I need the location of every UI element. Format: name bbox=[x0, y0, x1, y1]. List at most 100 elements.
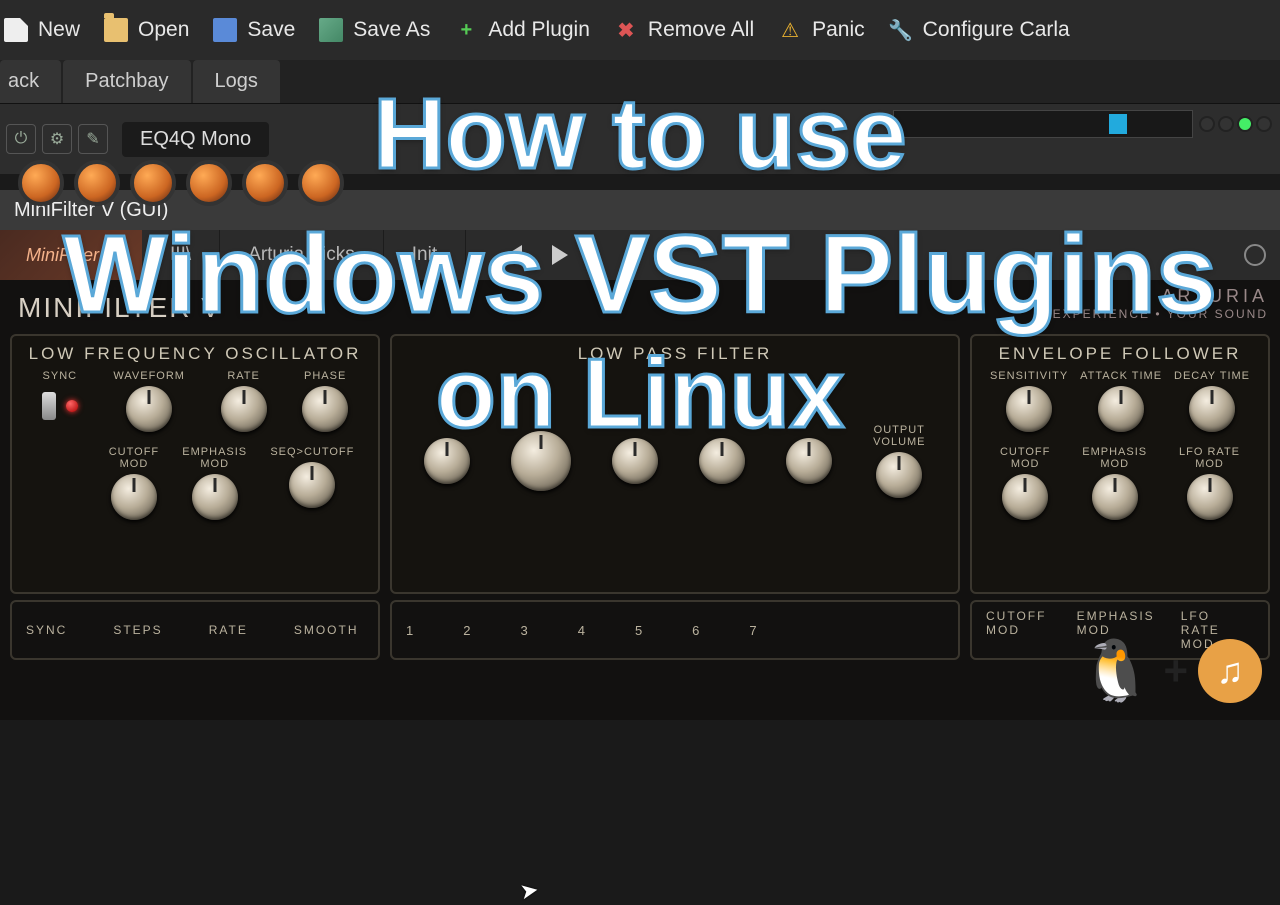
save-as-label: Save As bbox=[353, 18, 430, 42]
eq-knob[interactable] bbox=[18, 160, 64, 206]
save-button[interactable]: Save bbox=[213, 18, 295, 42]
step-num[interactable]: 6 bbox=[692, 623, 699, 638]
attack-knob[interactable] bbox=[1098, 386, 1144, 432]
floppy-icon bbox=[213, 18, 237, 42]
led-icon bbox=[1199, 116, 1215, 132]
rate-knob[interactable] bbox=[221, 386, 267, 432]
eq-mini-knobs bbox=[18, 160, 344, 206]
waveform-label: WAVEFORM bbox=[113, 370, 185, 382]
sequencer-panel: SYNC STEPS RATE SMOOTH bbox=[10, 600, 380, 660]
level-meter bbox=[893, 110, 1193, 138]
remove-all-label: Remove All bbox=[648, 18, 754, 42]
step-num[interactable]: 3 bbox=[520, 623, 527, 638]
plugin-brand-tab[interactable]: MiniFilter V bbox=[0, 230, 142, 280]
cutoffmod-label: CUTOFF MOD bbox=[109, 446, 159, 470]
env-emphasis-mod-knob[interactable] bbox=[1092, 474, 1138, 520]
envelope-panel: ENVELOPE FOLLOWER SENSITIVITY ATTACK TIM… bbox=[970, 334, 1270, 594]
seq-steps-label: STEPS bbox=[113, 623, 162, 637]
output-volume-knob[interactable] bbox=[876, 452, 922, 498]
decay-label: DECAY TIME bbox=[1174, 370, 1250, 382]
tab-logs[interactable]: Logs bbox=[193, 60, 280, 103]
sync-label: SYNC bbox=[43, 370, 78, 382]
env-lforate-mod-knob[interactable] bbox=[1187, 474, 1233, 520]
step-num[interactable]: 2 bbox=[463, 623, 470, 638]
open-button[interactable]: Open bbox=[104, 18, 189, 42]
sens-label: SENSITIVITY bbox=[990, 370, 1068, 382]
plugin-header: MiniFilter V III\ Arturia Picks Init bbox=[0, 230, 1280, 280]
decay-knob[interactable] bbox=[1189, 386, 1235, 432]
folder-open-icon bbox=[104, 18, 128, 42]
step-num[interactable]: 4 bbox=[578, 623, 585, 638]
preset-nav bbox=[466, 245, 608, 265]
sync-switch[interactable] bbox=[42, 392, 56, 420]
settings-button[interactable]: ⚙ bbox=[42, 124, 72, 154]
eq-knob[interactable] bbox=[130, 160, 176, 206]
eq-knob[interactable] bbox=[186, 160, 232, 206]
next-preset-button[interactable] bbox=[552, 245, 578, 265]
led-icon bbox=[1256, 116, 1272, 132]
eq-knob[interactable] bbox=[74, 160, 120, 206]
midi-learn-icon[interactable] bbox=[1244, 244, 1266, 266]
lpf-title: LOW PASS FILTER bbox=[404, 344, 946, 364]
prev-preset-button[interactable] bbox=[496, 245, 522, 265]
emphasis-mod-knob[interactable] bbox=[192, 474, 238, 520]
tab-rack[interactable]: ack bbox=[0, 60, 61, 103]
eq-knob[interactable] bbox=[298, 160, 344, 206]
music-note-icon: ♫ bbox=[1198, 639, 1262, 703]
sensitivity-knob[interactable] bbox=[1006, 386, 1052, 432]
output-label: OUTPUT VOLUME bbox=[873, 424, 925, 448]
library-button[interactable]: III\ bbox=[142, 230, 220, 280]
sync-led-icon bbox=[66, 400, 78, 412]
add-plugin-label: Add Plugin bbox=[488, 18, 590, 42]
add-plugin-button[interactable]: + Add Plugin bbox=[454, 18, 590, 42]
env-cutoffmod-label: CUTOFF MOD bbox=[1000, 446, 1050, 470]
corner-badges: 🐧 + ♫ bbox=[1079, 635, 1262, 706]
emphasis-knob[interactable] bbox=[612, 438, 658, 484]
cutoff-knob[interactable] bbox=[511, 431, 571, 491]
configure-button[interactable]: 🔧 Configure Carla bbox=[889, 18, 1070, 42]
floppy-pencil-icon bbox=[319, 18, 343, 42]
waveform-knob[interactable] bbox=[126, 386, 172, 432]
view-tabs: ack Patchbay Logs bbox=[0, 60, 1280, 104]
lfo-panel: LOW FREQUENCY OSCILLATOR SYNC WAVEFORM R… bbox=[10, 334, 380, 594]
plugin-name-display[interactable]: EQ4Q Mono bbox=[122, 122, 269, 157]
plus-icon: + bbox=[1163, 647, 1188, 695]
drive-knob[interactable] bbox=[424, 438, 470, 484]
panic-label: Panic bbox=[812, 18, 865, 42]
bank-selector[interactable]: Arturia Picks bbox=[220, 230, 384, 280]
env-amount-knob[interactable] bbox=[699, 438, 745, 484]
preset-selector[interactable]: Init bbox=[384, 230, 466, 280]
power-button[interactable]: ⏻ bbox=[6, 124, 36, 154]
edit-button[interactable]: ✎ bbox=[78, 124, 108, 154]
rate-label: RATE bbox=[227, 370, 260, 382]
cutoff-mod-knob[interactable] bbox=[111, 474, 157, 520]
eq-knob[interactable] bbox=[242, 160, 288, 206]
attack-label: ATTACK TIME bbox=[1080, 370, 1162, 382]
step-num[interactable]: 7 bbox=[749, 623, 756, 638]
seq-cutoff-knob[interactable] bbox=[289, 462, 335, 508]
brand-name: ARTURIA bbox=[1053, 286, 1268, 307]
step-num[interactable]: 1 bbox=[406, 623, 413, 638]
new-button[interactable]: New bbox=[4, 18, 80, 42]
new-label: New bbox=[38, 18, 80, 42]
main-toolbar: New Open Save Save As + Add Plugin ✖ Rem… bbox=[0, 0, 1280, 60]
new-file-icon bbox=[4, 18, 28, 42]
save-as-button[interactable]: Save As bbox=[319, 18, 430, 42]
phase-label: PHASE bbox=[304, 370, 346, 382]
remove-all-button[interactable]: ✖ Remove All bbox=[614, 18, 754, 42]
phase-knob[interactable] bbox=[302, 386, 348, 432]
tab-patchbay[interactable]: Patchbay bbox=[63, 60, 190, 103]
panic-button[interactable]: ⚠ Panic bbox=[778, 18, 865, 42]
env-cutoff-mod-knob[interactable] bbox=[1002, 474, 1048, 520]
plus-icon: + bbox=[454, 18, 478, 42]
env-lforate-label: LFO RATE MOD bbox=[1179, 446, 1240, 470]
seq-rate-label: RATE bbox=[209, 623, 248, 637]
status-leds bbox=[1199, 116, 1272, 132]
emphmod-label: EMPHASIS MOD bbox=[182, 446, 247, 470]
drywet-knob[interactable] bbox=[786, 438, 832, 484]
lowpass-panel: LOW PASS FILTER OUTPUT VOLUME bbox=[390, 334, 960, 594]
step-num[interactable]: 5 bbox=[635, 623, 642, 638]
seq-smooth-label: SMOOTH bbox=[294, 623, 359, 637]
configure-label: Configure Carla bbox=[923, 18, 1070, 42]
x-icon: ✖ bbox=[614, 18, 638, 42]
